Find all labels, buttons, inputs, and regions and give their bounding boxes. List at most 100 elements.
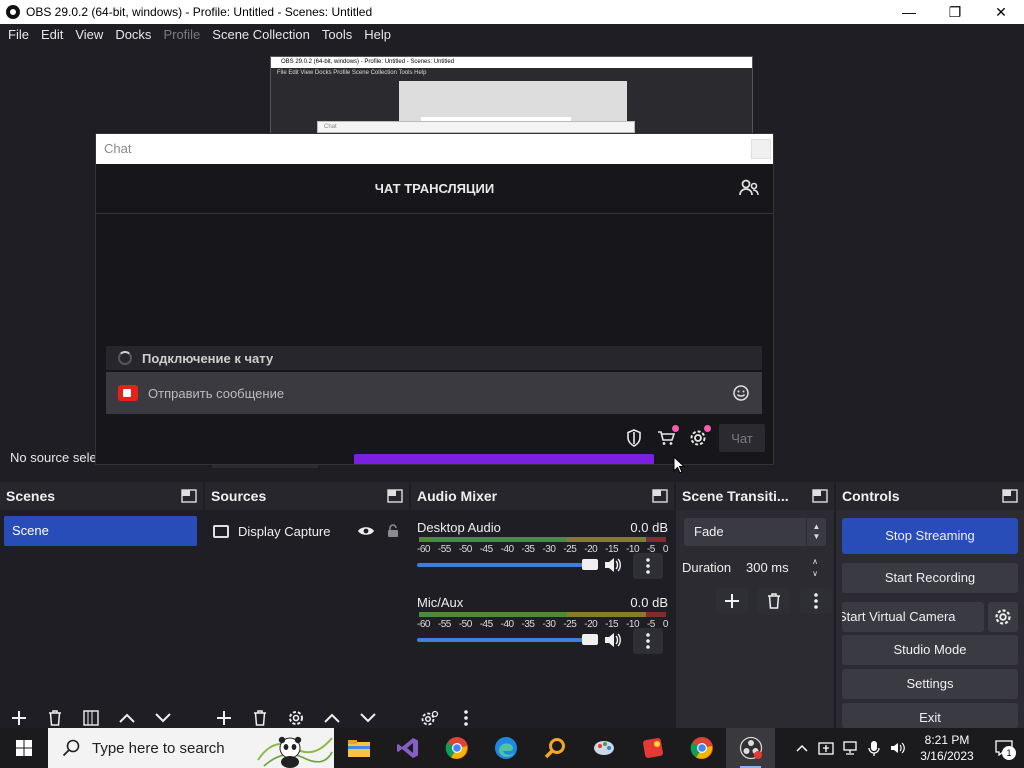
chat-promo-bar[interactable] (354, 454, 654, 464)
stop-streaming-button[interactable]: Stop Streaming (842, 518, 1018, 554)
volume-slider[interactable] (417, 638, 595, 642)
media-app-taskbar-icon[interactable] (628, 728, 677, 768)
transition-selected-value: Fade (694, 524, 724, 539)
chat-message-input[interactable]: Отправить сообщение (106, 372, 762, 414)
scenes-dock: Scenes Scene (0, 482, 203, 728)
filter-icon[interactable] (80, 708, 102, 728)
move-up-icon[interactable] (116, 708, 138, 728)
virtual-camera-settings-button[interactable] (988, 602, 1018, 632)
trash-icon[interactable] (44, 708, 66, 728)
add-transition-button[interactable] (716, 588, 748, 614)
more-vertical-icon (646, 633, 650, 649)
volume-slider-handle[interactable] (582, 559, 598, 570)
chat-titlebar[interactable]: Chat (96, 134, 773, 164)
no-source-message: No source sele (10, 450, 97, 465)
close-button[interactable]: ✕ (978, 0, 1024, 24)
transition-toolbar (716, 588, 832, 614)
edge-taskbar-icon[interactable] (481, 728, 530, 768)
duration-spinbox[interactable]: 300 ms ∧ ∨ (738, 554, 824, 582)
track-menu-button[interactable] (633, 553, 663, 579)
controls-title: Controls (842, 488, 900, 504)
start-button[interactable] (0, 728, 48, 768)
mouse-cursor-icon (673, 456, 685, 474)
microphone-icon[interactable] (862, 728, 886, 768)
menu-profile[interactable]: Profile (157, 24, 206, 46)
audio-mixer-header: Audio Mixer (411, 482, 674, 510)
visual-studio-taskbar-icon[interactable] (383, 728, 432, 768)
audio-track-db: 0.0 dB (630, 520, 668, 535)
volume-icon[interactable] (886, 728, 910, 768)
taskbar-search[interactable]: Type here to search (48, 728, 334, 768)
notification-dot (672, 425, 679, 432)
undock-icon[interactable] (181, 489, 197, 503)
minimize-button[interactable]: — (886, 0, 932, 24)
menu-help[interactable]: Help (358, 24, 397, 46)
volume-meter (419, 612, 666, 617)
move-down-icon[interactable] (152, 708, 174, 728)
spin-arrows-icon[interactable]: ∧ ∨ (808, 554, 822, 582)
network-icon[interactable] (838, 728, 862, 768)
trash-icon (768, 593, 780, 609)
gear-icon[interactable] (285, 708, 307, 728)
chevron-up-icon[interactable] (790, 728, 814, 768)
chat-send-button[interactable]: Чат (719, 424, 765, 452)
scene-item[interactable]: Scene (4, 516, 197, 546)
undock-icon[interactable] (387, 489, 403, 503)
transition-select[interactable]: Fade ▲ ▼ (684, 518, 826, 546)
emoji-icon[interactable] (732, 384, 750, 402)
monitor-icon (213, 524, 229, 538)
remove-transition-button[interactable] (758, 588, 790, 614)
scenes-list: Scene (0, 510, 203, 728)
more-vertical-icon[interactable] (455, 708, 477, 728)
menu-docks[interactable]: Docks (109, 24, 157, 46)
chrome-taskbar-icon[interactable] (432, 728, 481, 768)
add-icon[interactable] (8, 708, 30, 728)
trash-icon[interactable] (249, 708, 271, 728)
menu-tools[interactable]: Tools (316, 24, 358, 46)
start-recording-button[interactable]: Start Recording (842, 563, 1018, 593)
undock-icon[interactable] (812, 489, 828, 503)
file-explorer-taskbar-icon[interactable] (334, 728, 383, 768)
advanced-audio-gear-icon[interactable] (419, 708, 441, 728)
move-up-icon[interactable] (321, 708, 343, 728)
defender-icon[interactable] (814, 728, 838, 768)
volume-slider-handle[interactable] (582, 634, 598, 645)
taskbar-clock[interactable]: 8:21 PM 3/16/2023 (910, 732, 984, 764)
paint-app-taskbar-icon[interactable] (579, 728, 628, 768)
menu-view[interactable]: View (69, 24, 109, 46)
search-tool-taskbar-icon[interactable] (530, 728, 579, 768)
speaker-icon[interactable] (603, 631, 621, 649)
participants-icon[interactable] (739, 178, 759, 198)
gear-icon[interactable] (687, 425, 711, 449)
notification-center-button[interactable]: 1 (984, 728, 1024, 768)
nested-title: OBS 29.0.2 (64-bit, windows) - Profile: … (271, 57, 752, 68)
move-down-icon[interactable] (357, 708, 379, 728)
speaker-icon[interactable] (603, 556, 621, 574)
settings-button[interactable]: Settings (842, 669, 1018, 699)
track-menu-button[interactable] (633, 628, 663, 654)
shield-icon[interactable] (623, 427, 645, 449)
eye-icon[interactable] (357, 525, 375, 537)
undock-icon[interactable] (1002, 489, 1018, 503)
volume-slider[interactable] (417, 563, 595, 567)
menu-edit[interactable]: Edit (35, 24, 69, 46)
clock-date: 3/16/2023 (920, 749, 974, 763)
exit-button[interactable]: Exit (842, 703, 1018, 728)
scene-transitions-header: Scene Transiti... (676, 482, 834, 510)
menu-file[interactable]: File (2, 24, 35, 46)
shop-cart-icon[interactable] (655, 425, 679, 449)
chat-close-button[interactable] (751, 139, 771, 159)
source-item[interactable]: Display Capture (213, 516, 399, 546)
studio-mode-button[interactable]: Studio Mode (842, 635, 1018, 665)
menu-scene-collection[interactable]: Scene Collection (206, 24, 316, 46)
undock-icon[interactable] (652, 489, 668, 503)
add-icon[interactable] (213, 708, 235, 728)
chrome-taskbar-icon[interactable] (677, 728, 726, 768)
transition-properties-button[interactable] (800, 588, 832, 614)
start-virtual-camera-button[interactable]: Start Virtual Camera (842, 602, 984, 632)
lock-icon[interactable] (387, 524, 399, 538)
obs-app-icon (6, 5, 20, 19)
maximize-button[interactable]: ❐ (932, 0, 978, 24)
sources-dock-title: Sources (211, 488, 267, 504)
obs-studio-taskbar-icon[interactable] (726, 728, 775, 768)
